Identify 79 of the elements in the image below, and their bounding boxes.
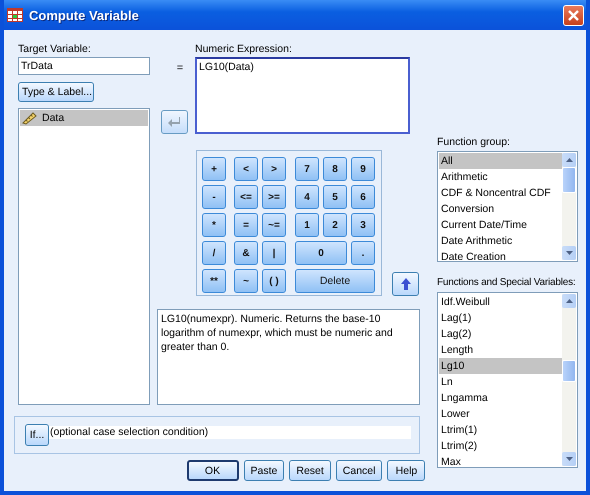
keypad-key[interactable]: 0 xyxy=(295,241,347,265)
numeric-expression-field[interactable]: LG10(Data) xyxy=(195,57,410,134)
keypad-key[interactable]: 3 xyxy=(351,213,375,237)
keypad-key[interactable]: >= xyxy=(262,185,286,209)
keypad-key[interactable]: / xyxy=(202,241,226,265)
functions-label: Functions and Special Variables: xyxy=(437,276,576,290)
function-item[interactable]: Ln xyxy=(439,374,562,390)
keypad-key[interactable]: 9 xyxy=(351,157,375,181)
dialog-button[interactable]: Reset xyxy=(289,460,331,481)
dialog-button[interactable]: Cancel xyxy=(336,460,382,481)
keypad-key[interactable]: - xyxy=(202,185,226,209)
function-group-label: Function group: xyxy=(437,135,511,149)
up-arrow-icon xyxy=(400,278,410,290)
dialog-button[interactable]: Help xyxy=(387,460,426,481)
function-group-item[interactable]: CDF & Noncentral CDF xyxy=(439,185,562,201)
condition-field: (optional case selection condition) xyxy=(49,426,411,438)
keypad-key[interactable]: ~= xyxy=(262,213,286,237)
scroll-up-icon xyxy=(566,299,572,303)
keypad-key[interactable]: 1 xyxy=(295,213,319,237)
dialog-button[interactable]: OK xyxy=(186,460,238,481)
keypad-key[interactable]: < xyxy=(234,157,258,181)
function-group-item[interactable]: Arithmetic xyxy=(439,169,562,185)
scroll-thumb[interactable] xyxy=(562,167,576,193)
if-button[interactable]: If... xyxy=(25,424,49,446)
scrollbar[interactable] xyxy=(562,294,576,466)
scroll-down-icon xyxy=(566,251,572,255)
target-variable-field[interactable]: TrData xyxy=(18,57,150,75)
keypad-key[interactable]: 2 xyxy=(323,213,347,237)
dialog-button[interactable]: Paste xyxy=(244,460,284,481)
keypad-key[interactable]: ( ) xyxy=(262,269,286,293)
keypad-key[interactable]: + xyxy=(202,157,226,181)
app-grid-icon xyxy=(7,8,23,22)
keypad-key[interactable]: 4 xyxy=(295,185,319,209)
function-description: LG10(numexpr). Numeric. Returns the base-10 logarithm of numexpr, which must be numeric and greater than 0. xyxy=(157,309,420,405)
keypad-key[interactable]: = xyxy=(234,213,258,237)
keypad-key[interactable]: & xyxy=(234,241,258,265)
ruler-icon xyxy=(22,112,37,124)
keypad-key[interactable]: 6 xyxy=(351,185,375,209)
keypad-key[interactable]: ** xyxy=(202,269,226,293)
function-item[interactable]: Idf.Weibull xyxy=(439,294,562,310)
target-variable-label: Target Variable: xyxy=(18,42,92,56)
function-item[interactable]: Lngamma xyxy=(439,390,562,406)
function-item[interactable]: Lag(2) xyxy=(439,326,562,342)
move-arrow-button[interactable] xyxy=(160,110,188,134)
variable-item[interactable]: Data xyxy=(20,110,148,126)
function-group-item[interactable]: Date Creation xyxy=(439,249,562,260)
keypad-key[interactable]: 5 xyxy=(323,185,347,209)
scroll-thumb[interactable] xyxy=(562,360,576,382)
keypad-key[interactable]: 7 xyxy=(295,157,319,181)
numeric-expression-label: Numeric Expression: xyxy=(195,42,293,56)
function-group-item[interactable]: Conversion xyxy=(439,201,562,217)
close-button[interactable] xyxy=(563,4,584,26)
keypad-key[interactable]: > xyxy=(262,157,286,181)
keypad-key[interactable]: | xyxy=(262,241,286,265)
equals-sign: = xyxy=(176,62,184,74)
type-label-button[interactable]: Type & Label... xyxy=(18,82,94,102)
function-item[interactable]: Ltrim(1) xyxy=(439,422,562,438)
function-group-item[interactable]: Date Arithmetic xyxy=(439,233,562,249)
function-group-item[interactable]: All xyxy=(439,153,562,169)
scroll-up-icon xyxy=(566,158,572,162)
keypad-key[interactable]: ~ xyxy=(234,269,258,293)
function-group-item[interactable]: Current Date/Time xyxy=(439,217,562,233)
function-item[interactable]: Lower xyxy=(439,406,562,422)
keypad-key[interactable]: . xyxy=(351,241,375,265)
function-item[interactable]: Length xyxy=(439,342,562,358)
keypad-key[interactable]: Delete xyxy=(295,269,375,293)
scrollbar[interactable] xyxy=(562,153,576,260)
function-item[interactable]: Max xyxy=(439,454,562,466)
function-item[interactable]: Lag(1) xyxy=(439,310,562,326)
keypad-key[interactable]: * xyxy=(202,213,226,237)
up-arrow-button[interactable] xyxy=(392,272,419,296)
scroll-down-icon xyxy=(566,457,572,461)
keypad-key[interactable]: 8 xyxy=(323,157,347,181)
close-icon xyxy=(568,10,579,20)
window-title: Compute Variable xyxy=(29,8,140,22)
function-item[interactable]: Ltrim(2) xyxy=(439,438,562,454)
return-arrow-icon xyxy=(167,116,181,128)
keypad-key[interactable]: <= xyxy=(234,185,258,209)
function-item[interactable]: Lg10 xyxy=(439,358,562,374)
